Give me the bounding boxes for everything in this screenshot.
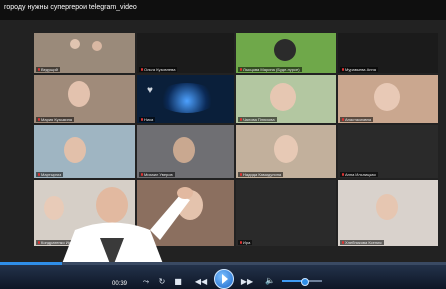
mic-muted-icon xyxy=(38,118,40,122)
participant-name: Ника xyxy=(139,117,156,122)
participant-name: Анастасиявна xyxy=(340,117,374,122)
mic-muted-icon xyxy=(342,68,344,72)
participant-name: Муравьева Анна xyxy=(340,67,378,72)
mic-muted-icon xyxy=(342,241,344,245)
video-player-window: городу нужны супергерои telegram_video В… xyxy=(0,0,446,289)
video-frame[interactable]: Ведущий Ольга Кузовлева Лысцова Марина (… xyxy=(0,20,446,269)
participant-tile: Анастасиявна xyxy=(338,75,438,123)
participant-name: Ольга Кузовлева xyxy=(139,67,178,72)
rewind-icon[interactable]: ◀◀ xyxy=(194,277,208,287)
mic-muted-icon xyxy=(342,173,344,177)
stop-icon[interactable]: ■ xyxy=(172,277,184,287)
participant-face xyxy=(374,83,400,111)
participant-tile: Анна Ильницкая xyxy=(338,125,438,178)
volume-icon[interactable]: 🔈 xyxy=(264,276,276,286)
participant-face xyxy=(274,39,296,61)
participant-tile: Муравьева Анна xyxy=(338,33,438,73)
participant-face xyxy=(270,83,296,111)
mic-muted-icon xyxy=(240,68,242,72)
participant-tile: Чалова Плюхова xyxy=(236,75,336,123)
presenter-overlay xyxy=(60,187,193,269)
presenter-head xyxy=(96,187,128,223)
mic-muted-icon xyxy=(141,118,143,122)
participant-name: Ира xyxy=(238,240,253,245)
heart-icon: ♥ xyxy=(147,85,153,96)
participant-face xyxy=(70,39,80,49)
participant-name: Мария Кузьмина xyxy=(36,117,75,122)
participant-name: Хлебникова Ксения xyxy=(340,240,384,245)
presenter-raised-arm xyxy=(150,195,190,240)
participant-name: Анна Ильницкая xyxy=(340,172,378,177)
mic-muted-icon xyxy=(141,68,143,72)
participant-name: Надида Камидулина xyxy=(238,172,284,177)
participant-face xyxy=(376,194,398,220)
fast-forward-icon[interactable]: ▶▶ xyxy=(240,277,254,287)
volume-slider[interactable] xyxy=(282,278,322,286)
loop-icon[interactable]: ⤳ xyxy=(140,277,152,287)
participant-tile: Лысцова Марина (Буде-пурсе) xyxy=(236,33,336,73)
mic-muted-icon xyxy=(240,173,242,177)
participant-tile: ♥ Ника xyxy=(137,75,234,123)
title-bar: городу нужны супергерои telegram_video xyxy=(0,0,446,20)
participant-face xyxy=(92,41,102,51)
participant-face xyxy=(68,81,90,107)
play-icon[interactable] xyxy=(214,269,234,289)
mic-muted-icon xyxy=(240,118,242,122)
mic-muted-icon xyxy=(342,118,344,122)
participant-name: Лысцова Марина (Буде-пурсе) xyxy=(238,67,302,72)
participant-name: Чалова Плюхова xyxy=(238,117,277,122)
participant-tile: Мария Кузьмина xyxy=(34,75,135,123)
mic-muted-icon xyxy=(38,68,40,72)
participant-tile: Ведущий xyxy=(34,33,135,73)
participant-name: Ведущий xyxy=(36,67,60,72)
earth-background xyxy=(157,83,217,113)
conference-grid: Ведущий Ольга Кузовлева Лысцова Марина (… xyxy=(0,20,446,269)
participant-tile: Надида Камидулина xyxy=(236,125,336,178)
current-time: 00:39 xyxy=(112,281,128,287)
repeat-icon[interactable]: ↻ xyxy=(156,277,168,287)
participant-tile: Хлебникова Ксения xyxy=(338,180,438,246)
participant-tile: Ира xyxy=(236,180,336,246)
participant-tile: Ольга Кузовлева xyxy=(137,33,234,73)
participant-face xyxy=(274,135,298,163)
mic-muted-icon xyxy=(240,241,242,245)
presenter-hand xyxy=(177,187,193,199)
video-title: городу нужны супергерои telegram_video xyxy=(4,4,137,11)
volume-knob[interactable] xyxy=(301,278,309,286)
